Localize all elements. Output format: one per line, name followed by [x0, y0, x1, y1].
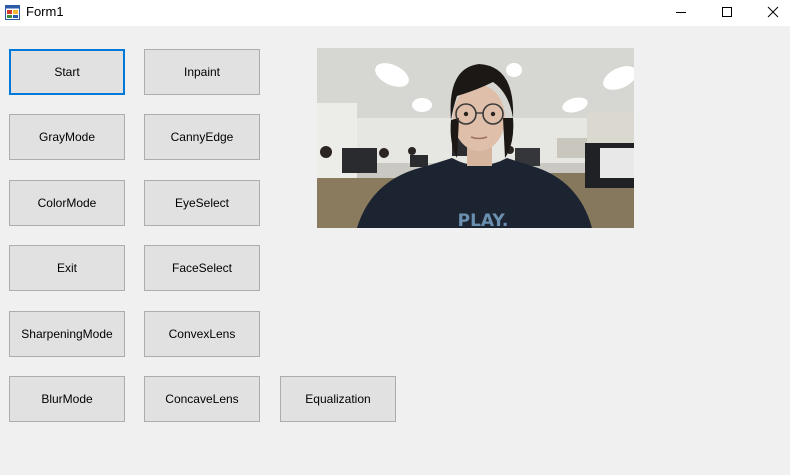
concave-lens-button[interactable]: ConcaveLens [144, 376, 260, 422]
canny-edge-button[interactable]: CannyEdge [144, 114, 260, 160]
face-select-button[interactable]: FaceSelect [144, 245, 260, 291]
equalization-button[interactable]: Equalization [280, 376, 396, 422]
convex-lens-button[interactable]: ConvexLens [144, 311, 260, 357]
close-icon [767, 6, 779, 18]
camera-preview: PLAY. [317, 48, 634, 228]
close-button[interactable] [750, 0, 790, 24]
app-icon[interactable] [5, 5, 20, 20]
minimize-button[interactable] [658, 0, 704, 24]
maximize-button[interactable] [704, 0, 750, 24]
title-bar[interactable]: Form1 [0, 0, 790, 26]
inpaint-button[interactable]: Inpaint [144, 49, 260, 95]
minimize-icon [676, 12, 686, 13]
window-title: Form1 [26, 4, 64, 19]
shirt-print-text: PLAY. [458, 211, 509, 228]
start-button[interactable]: Start [9, 49, 125, 95]
exit-button[interactable]: Exit [9, 245, 125, 291]
color-mode-button[interactable]: ColorMode [9, 180, 125, 226]
maximize-icon [722, 7, 732, 17]
sharpening-mode-button[interactable]: SharpeningMode [9, 311, 125, 357]
blur-mode-button[interactable]: BlurMode [9, 376, 125, 422]
form-client-area: Start Inpaint GrayMode CannyEdge ColorMo… [0, 26, 790, 475]
eye-select-button[interactable]: EyeSelect [144, 180, 260, 226]
app-window: Form1 Start Inpaint GrayMode CannyEdge C… [0, 0, 790, 475]
gray-mode-button[interactable]: GrayMode [9, 114, 125, 160]
